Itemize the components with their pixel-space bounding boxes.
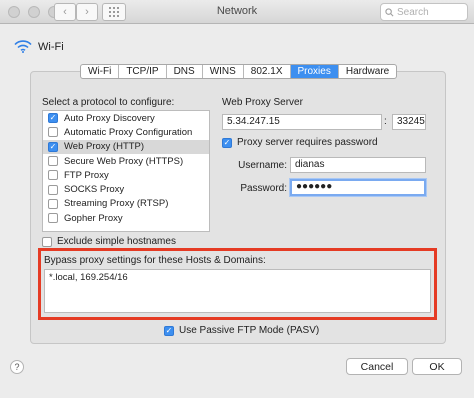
exclude-row: Exclude simple hostnames bbox=[42, 236, 176, 247]
exclude-checkbox[interactable] bbox=[42, 236, 52, 247]
auth-label: Proxy server requires password bbox=[237, 137, 378, 148]
auth-row: ✓ Proxy server requires password bbox=[222, 137, 378, 148]
cancel-button[interactable]: Cancel bbox=[346, 358, 408, 375]
exclude-label: Exclude simple hostnames bbox=[57, 236, 176, 247]
protocol-label: Auto Proxy Discovery bbox=[64, 112, 155, 124]
auth-checkbox[interactable]: ✓ bbox=[222, 137, 232, 148]
tab-hardware[interactable]: Hardware bbox=[339, 65, 396, 78]
search-field[interactable]: Search bbox=[380, 3, 468, 21]
title-bar: ‹ › Network Search bbox=[0, 0, 474, 24]
password-label: Password: bbox=[240, 183, 287, 194]
protocol-label: SOCKS Proxy bbox=[64, 184, 125, 196]
password-field[interactable]: ●●●●●● bbox=[290, 179, 426, 196]
help-button[interactable]: ? bbox=[10, 360, 24, 374]
bypass-hosts-field[interactable]: *.local, 169.254/16 bbox=[44, 269, 431, 313]
protocol-item-secure-web-proxy[interactable]: Secure Web Proxy (HTTPS) bbox=[43, 154, 209, 168]
username-label: Username: bbox=[238, 160, 287, 171]
interface-name: Wi-Fi bbox=[38, 40, 64, 53]
protocol-item-streaming-proxy[interactable]: Streaming Proxy (RTSP) bbox=[43, 197, 209, 211]
protocol-checkbox[interactable]: ✓ bbox=[48, 113, 58, 124]
proxy-host-field[interactable]: 5.34.247.15 bbox=[222, 114, 382, 130]
protocol-label: Automatic Proxy Configuration bbox=[64, 126, 193, 138]
server-heading: Web Proxy Server bbox=[222, 97, 303, 108]
tab-proxies[interactable]: Proxies bbox=[290, 65, 339, 78]
search-placeholder: Search bbox=[397, 6, 429, 18]
username-field[interactable]: dianas bbox=[290, 157, 426, 173]
protocol-item-ftp-proxy[interactable]: FTP Proxy bbox=[43, 168, 209, 182]
protocol-item-auto-discovery[interactable]: ✓ Auto Proxy Discovery bbox=[43, 111, 209, 125]
bypass-label: Bypass proxy settings for these Hosts & … bbox=[44, 255, 266, 266]
proxy-port-field[interactable]: 33245 bbox=[392, 114, 426, 130]
pasv-checkbox[interactable]: ✓ bbox=[164, 325, 174, 336]
protocol-heading: Select a protocol to configure: bbox=[42, 97, 175, 108]
protocol-item-web-proxy[interactable]: ✓ Web Proxy (HTTP) bbox=[43, 139, 209, 154]
tab-bar: Wi-Fi TCP/IP DNS WINS 802.1X Proxies Har… bbox=[80, 64, 398, 79]
tab-tcpip[interactable]: TCP/IP bbox=[119, 65, 167, 78]
protocol-list: ✓ Auto Proxy Discovery Automatic Proxy C… bbox=[42, 110, 210, 232]
protocol-checkbox[interactable] bbox=[48, 184, 58, 195]
search-icon bbox=[385, 7, 394, 16]
protocol-label: Web Proxy (HTTP) bbox=[64, 141, 145, 153]
pasv-label: Use Passive FTP Mode (PASV) bbox=[179, 325, 320, 336]
protocol-checkbox[interactable] bbox=[48, 156, 58, 167]
tab-wifi[interactable]: Wi-Fi bbox=[81, 65, 120, 78]
interface-header: Wi-Fi bbox=[14, 40, 64, 53]
wifi-icon bbox=[14, 40, 32, 53]
pasv-row: ✓ Use Passive FTP Mode (PASV) bbox=[164, 325, 319, 336]
protocol-label: FTP Proxy bbox=[64, 169, 109, 181]
protocol-label: Streaming Proxy (RTSP) bbox=[64, 198, 169, 210]
port-separator: : bbox=[384, 116, 387, 127]
protocol-checkbox[interactable] bbox=[48, 198, 58, 209]
tab-dns[interactable]: DNS bbox=[167, 65, 203, 78]
protocol-item-auto-config[interactable]: Automatic Proxy Configuration bbox=[43, 125, 209, 139]
ok-button[interactable]: OK bbox=[412, 358, 462, 375]
protocol-checkbox[interactable] bbox=[48, 213, 58, 224]
protocol-checkbox[interactable] bbox=[48, 127, 58, 138]
protocol-item-gopher-proxy[interactable]: Gopher Proxy bbox=[43, 211, 209, 225]
tab-wins[interactable]: WINS bbox=[203, 65, 244, 78]
tab-8021x[interactable]: 802.1X bbox=[244, 65, 291, 78]
protocol-label: Gopher Proxy bbox=[64, 212, 123, 224]
protocol-checkbox[interactable] bbox=[48, 170, 58, 181]
protocol-checkbox[interactable]: ✓ bbox=[48, 141, 58, 152]
protocol-label: Secure Web Proxy (HTTPS) bbox=[64, 155, 184, 167]
protocol-item-socks-proxy[interactable]: SOCKS Proxy bbox=[43, 182, 209, 196]
